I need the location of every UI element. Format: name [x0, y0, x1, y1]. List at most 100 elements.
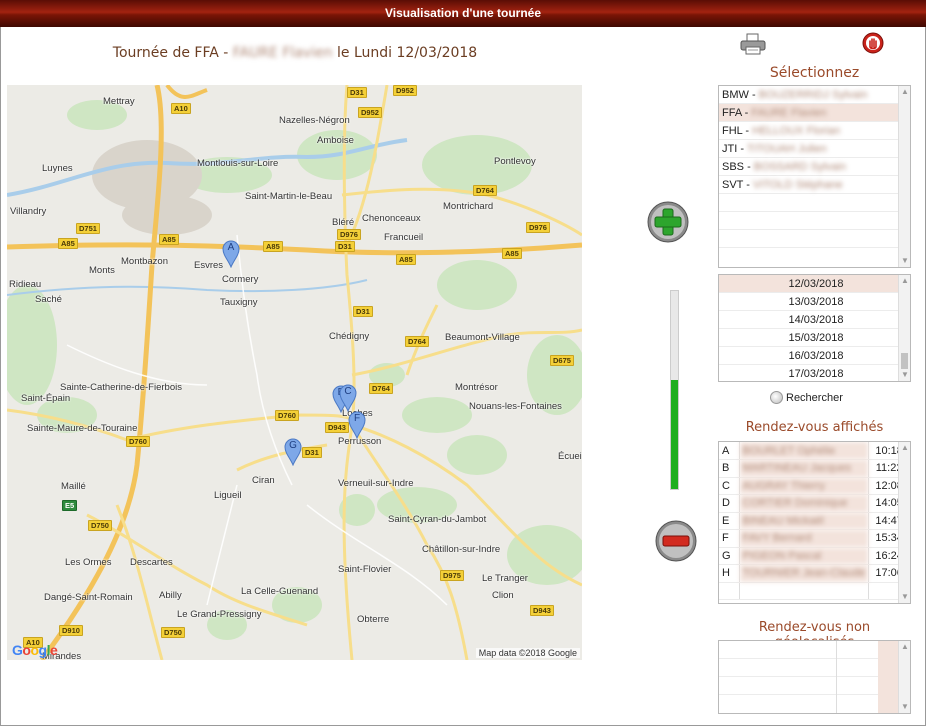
list-item	[719, 194, 910, 212]
agent-name: TITOUAH Julien	[746, 143, 827, 155]
place-label: Verneuil-sur-Indre	[338, 478, 414, 489]
map-marker[interactable]: G	[284, 438, 302, 466]
road-shield: D31	[353, 306, 373, 317]
list-item[interactable]: SBS - BOSSARD Sylvain	[719, 158, 910, 176]
appointment-client: CORTIER Dominique	[739, 494, 870, 513]
appointments-table[interactable]: A BOURLET Ophélie 10:18 B MARTINEAU Jacques 1…	[718, 441, 911, 604]
list-item[interactable]: 12/03/2018	[719, 275, 910, 293]
appointment-letter: D	[719, 494, 740, 513]
road-shield: D943	[530, 605, 554, 616]
list-item[interactable]: 16/03/2018	[719, 347, 910, 365]
table-row[interactable]: A BOURLET Ophélie 10:18	[719, 442, 910, 460]
road-shield: D764	[369, 383, 393, 394]
list-item[interactable]: 17/03/2018	[719, 365, 910, 381]
agent-name: FAURE Flavien	[751, 107, 827, 119]
agent-code: FFA -	[722, 107, 752, 119]
list-item[interactable]: FFA - FAURE Flavien	[719, 104, 910, 122]
non-geo-table[interactable]: ▲ ▼	[718, 640, 911, 714]
tour-title: Tournée de FFA - FAURE Flavien le Lundi …	[80, 45, 510, 61]
marker-letter: C	[344, 386, 352, 397]
appointments-grid: A BOURLET Ophélie 10:18 B MARTINEAU Jacques 1…	[719, 442, 910, 600]
table-row[interactable]: C AUGRAY Thierry 12:08	[719, 477, 910, 495]
place-label: Le Grand-Pressigny	[177, 609, 262, 620]
agent-name: BOSSARD Sylvain	[753, 161, 847, 173]
road-shield: D760	[275, 410, 299, 421]
road-shield: D976	[526, 222, 550, 233]
place-label: Sainte-Catherine-de-Fierbois	[60, 382, 182, 393]
place-label: Montlouis-sur-Loire	[197, 158, 279, 169]
place-label: Ciran	[252, 475, 275, 486]
table-row[interactable]: D CORTIER Dominique 14:05	[719, 494, 910, 513]
road-shield: D751	[76, 223, 100, 234]
table-row[interactable]: F FAVY Bernard 15:34	[719, 529, 910, 548]
road-shield: D675	[550, 355, 574, 366]
map-marker[interactable]: F	[348, 411, 366, 439]
map-urban-area	[92, 140, 212, 235]
date-list-scrollbar[interactable]: ▲ ▼	[898, 275, 910, 381]
place-label: Bléré	[332, 217, 355, 228]
place-label: Esvres	[194, 260, 224, 271]
place-label: Dangé-Saint-Romain	[44, 592, 133, 603]
appointment-client: BOURLET Ophélie	[739, 442, 870, 460]
road-shield: D764	[473, 185, 497, 196]
appointment-letter: E	[719, 512, 740, 530]
agent-code: JTI -	[722, 143, 747, 155]
search-option[interactable]: Rechercher	[770, 391, 843, 404]
list-item[interactable]: FHL - HELLOUX Florian	[719, 122, 910, 140]
google-logo: Google	[12, 642, 58, 658]
agent-code: FHL -	[722, 125, 753, 137]
table-row[interactable]: E BINEAU Mickaël 14:47	[719, 512, 910, 530]
place-label: Luynes	[42, 163, 73, 174]
date-list[interactable]: 12/03/2018 13/03/2018 14/03/2018 15/03/2…	[718, 274, 911, 382]
zoom-out-icon[interactable]	[655, 520, 697, 562]
zoom-level-bar[interactable]	[670, 290, 679, 490]
place-label: Châtillon-sur-Indre	[422, 544, 501, 555]
list-item[interactable]: 15/03/2018	[719, 329, 910, 347]
appointment-letter: G	[719, 547, 740, 565]
stop-hand-icon[interactable]	[862, 32, 884, 54]
road-shield: D976	[337, 229, 361, 240]
marker-letter: G	[289, 440, 297, 451]
road-shield: A85	[159, 234, 179, 245]
place-label: Obterre	[357, 614, 390, 625]
list-item[interactable]: SVT - VITOLD Stéphane	[719, 176, 910, 194]
appointment-client: TOURNIER Jean-Claude	[739, 564, 870, 583]
appointments-scrollbar[interactable]: ▲ ▼	[898, 442, 910, 603]
road-shield: D952	[393, 85, 417, 96]
zoom-in-icon[interactable]	[647, 201, 689, 243]
road-shield: A10	[171, 103, 191, 114]
table-row[interactable]: H TOURNIER Jean-Claude 17:06	[719, 564, 910, 583]
place-label: Chédigny	[329, 331, 370, 342]
agent-code: SVT -	[722, 179, 753, 191]
list-item	[719, 230, 910, 248]
agent-list-scrollbar[interactable]: ▲ ▼	[898, 86, 910, 267]
printer-icon[interactable]	[740, 33, 766, 55]
place-label: Écueillé	[558, 451, 582, 462]
marker-letter: F	[353, 413, 361, 424]
place-label: Saint-Cyran-du-Jambot	[388, 514, 487, 525]
road-shield: D910	[59, 625, 83, 636]
place-label: Pontlevoy	[494, 156, 536, 167]
map-marker[interactable]: C	[339, 384, 357, 412]
road-shield: A85	[263, 241, 283, 252]
select-title: Sélectionnez	[769, 65, 860, 81]
map-marker[interactable]: A	[222, 240, 240, 268]
zoom-level-fill	[671, 380, 678, 489]
road-shield: D31	[302, 447, 322, 458]
list-item[interactable]: JTI - TITOUAH Julien	[719, 140, 910, 158]
non-geo-scrollbar[interactable]: ▲ ▼	[898, 641, 910, 713]
map-road-a85	[7, 242, 582, 256]
route-map[interactable]: Mettray Nazelles-Négron Amboise Montloui…	[7, 85, 582, 660]
list-item[interactable]: 14/03/2018	[719, 311, 910, 329]
list-item[interactable]: 13/03/2018	[719, 293, 910, 311]
list-item[interactable]: BMW - BOUZERRIDJ Sylvain	[719, 86, 910, 104]
appointment-letter: B	[719, 459, 740, 478]
table-row[interactable]: G PIGEON Pascal 16:24	[719, 547, 910, 565]
agent-list[interactable]: BMW - BOUZERRIDJ Sylvain FFA - FAURE Fla…	[718, 85, 911, 268]
table-row[interactable]: B MARTINEAU Jacques 11:22	[719, 459, 910, 478]
radio-icon[interactable]	[770, 391, 783, 404]
place-label: Monts	[89, 265, 115, 276]
place-label: Le Tranger	[482, 573, 528, 584]
road-shield: E5	[62, 500, 78, 511]
appointment-letter: F	[719, 529, 740, 548]
